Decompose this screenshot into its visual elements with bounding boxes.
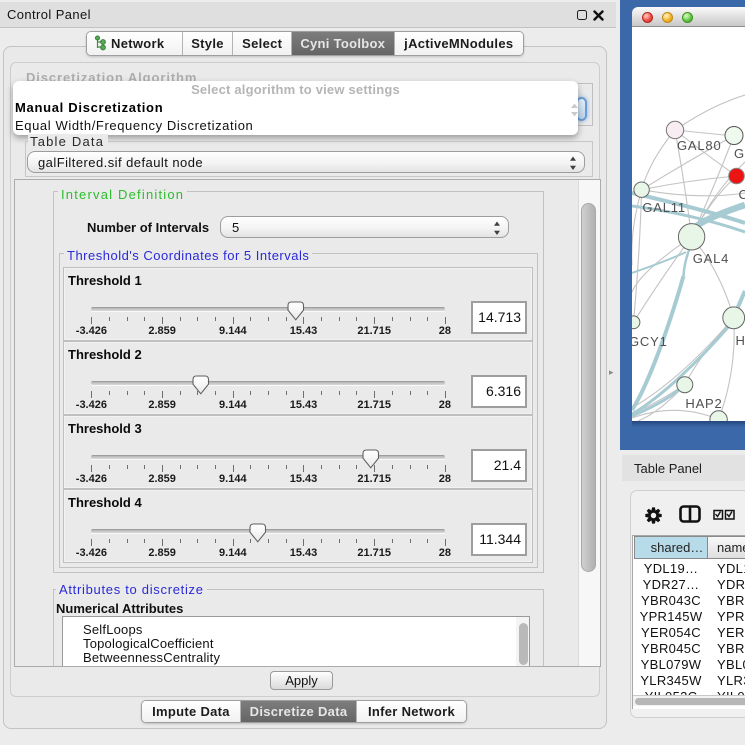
svg-text:GAL80: GAL80 — [677, 138, 721, 153]
svg-text:GAL4: GAL4 — [693, 251, 729, 266]
svg-text:GAL11: GAL11 — [642, 200, 686, 215]
svg-text:GA: GA — [734, 146, 745, 161]
svg-text:H: H — [736, 333, 745, 348]
svg-text:GCY1: GCY1 — [632, 334, 668, 349]
svg-text:C: C — [739, 187, 745, 202]
svg-text:HAP2: HAP2 — [685, 396, 722, 411]
